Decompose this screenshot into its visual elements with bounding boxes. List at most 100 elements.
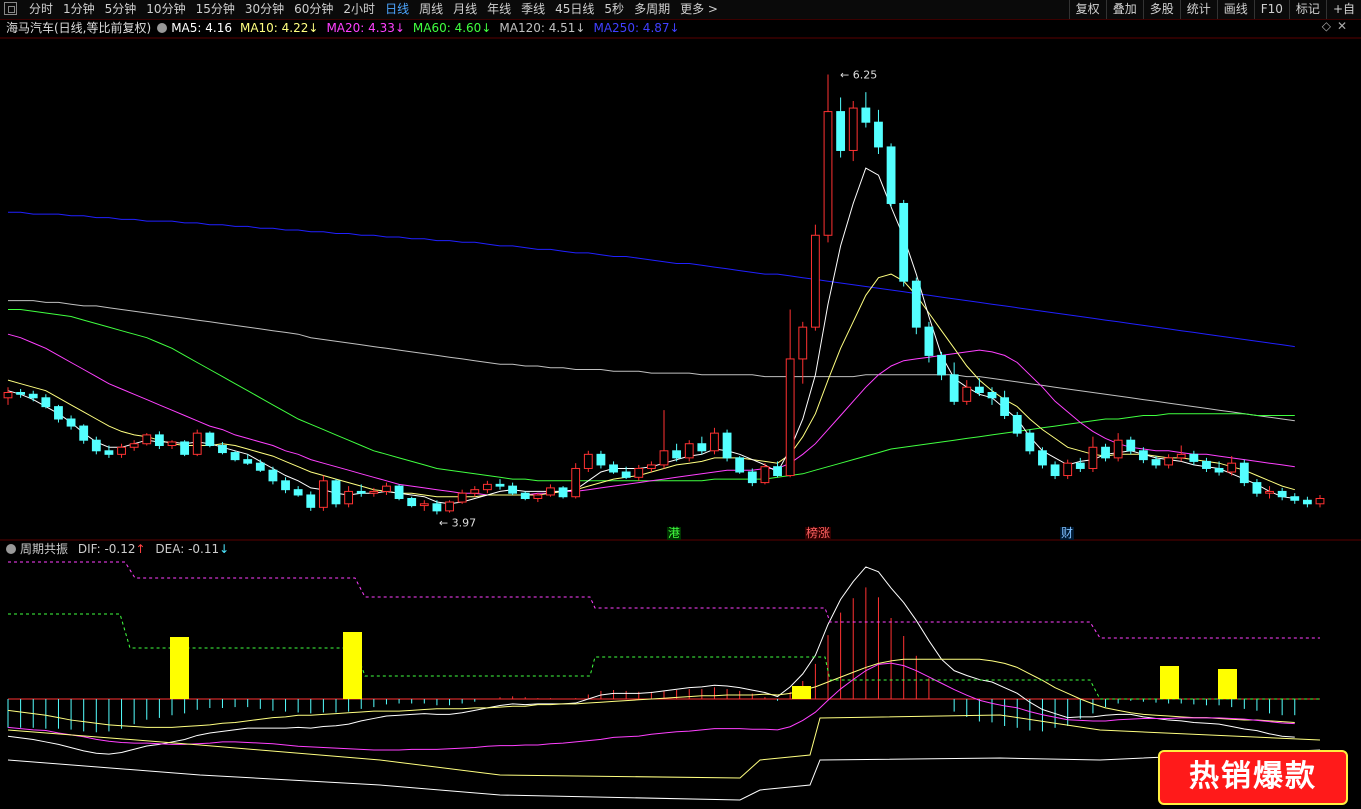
candle-down (1189, 453, 1199, 462)
candle-down (949, 374, 959, 402)
candle-down (1214, 467, 1224, 473)
marker-finance[interactable]: 财 (1060, 527, 1075, 540)
candle-up (646, 464, 656, 469)
candle-down (1050, 464, 1060, 477)
promo-badge[interactable]: 热销爆款 (1158, 750, 1348, 805)
candle-down (1138, 450, 1148, 461)
candle-down (243, 459, 253, 464)
candle-up (848, 107, 858, 151)
candle-down (28, 393, 38, 399)
candle-up (1227, 462, 1237, 473)
candle-down (1038, 450, 1047, 466)
signal-block (343, 632, 362, 699)
candle-down (407, 498, 417, 507)
signal-block (792, 686, 811, 699)
candle-down (154, 434, 164, 446)
candle-down (899, 202, 909, 282)
candle-down (596, 453, 606, 466)
candle-up (583, 453, 593, 469)
candle-up (785, 358, 795, 477)
candle-down (495, 483, 505, 487)
candle-up (1063, 462, 1073, 477)
candle-down (1151, 459, 1161, 466)
candle-down (520, 492, 530, 500)
candle-up (1265, 490, 1274, 494)
indicator-title: 周期共振 DIF: -0.12↑ DEA: -0.11↓ (0, 541, 229, 558)
candle-down (974, 386, 984, 394)
marker-bangzhang[interactable]: 榜涨 (805, 527, 832, 540)
candle-down (1202, 460, 1211, 469)
candle-down (331, 480, 341, 505)
candle-up (546, 487, 555, 496)
candle-down (861, 107, 871, 123)
candle-up (659, 450, 669, 466)
candle-down (911, 280, 921, 328)
candle-down (1075, 462, 1085, 469)
signal-block (1218, 669, 1237, 699)
candle-down (230, 452, 240, 461)
candle-up (470, 489, 480, 494)
candle-down (1302, 499, 1312, 505)
candle-up (1176, 453, 1186, 459)
candle-down (79, 425, 89, 441)
candle-down (937, 354, 946, 376)
candle-up (1164, 457, 1174, 466)
candle-down (874, 121, 883, 148)
candle-up (760, 466, 770, 484)
candle-down (66, 418, 76, 427)
candle-up (482, 483, 492, 491)
candle-down (432, 503, 442, 512)
candle-down (1101, 446, 1110, 459)
candle-down (54, 406, 63, 420)
indicator-settings-icon[interactable] (6, 544, 16, 554)
candle-down (1277, 490, 1287, 498)
candle-down (1000, 397, 1010, 416)
candle-down (924, 326, 934, 356)
dif-line (7, 566, 1295, 755)
candle-down (356, 490, 366, 494)
candle-up (962, 386, 972, 402)
candle-down (886, 146, 896, 204)
candle-down (255, 462, 265, 471)
chart-canvas: ← 6.25 ← 3.97 (0, 37, 1361, 801)
candle-down (621, 471, 631, 478)
candle-down (306, 494, 316, 508)
lower-dashed-level (8, 613, 1320, 700)
candle-up (142, 434, 152, 445)
candle-down (773, 466, 782, 477)
candle-up (798, 326, 808, 360)
candle-down (1290, 496, 1300, 501)
candle-down (836, 111, 846, 151)
candle-down (394, 485, 404, 499)
candle-down (508, 485, 518, 494)
line-ma120 (8, 300, 1295, 422)
candle-down (281, 480, 290, 491)
candle-up (457, 492, 467, 503)
marker-hk[interactable]: 港 (667, 527, 682, 540)
candle-down (1025, 432, 1035, 452)
low-label: ← 3.97 (439, 516, 476, 529)
candle-down (293, 489, 303, 496)
candle-down (1252, 482, 1262, 494)
candle-up (129, 443, 139, 448)
candle-up (823, 111, 833, 236)
candle-up (369, 490, 379, 494)
candle-up (710, 432, 719, 452)
candle-down (735, 457, 745, 473)
candle-down (1239, 462, 1249, 484)
candle-up (318, 480, 328, 508)
candle-up (1088, 446, 1098, 469)
candle-down (609, 464, 618, 473)
candle-up (533, 494, 543, 500)
candle-up (192, 432, 202, 455)
candle-down (747, 471, 757, 484)
candle-down (268, 469, 278, 482)
candle-up (684, 443, 694, 459)
candle-down (722, 432, 732, 459)
candle-up (344, 490, 354, 505)
candle-up (445, 501, 454, 512)
candle-down (672, 450, 682, 459)
signal-block (170, 637, 189, 699)
candle-up (3, 392, 13, 399)
candle-down (91, 439, 101, 452)
